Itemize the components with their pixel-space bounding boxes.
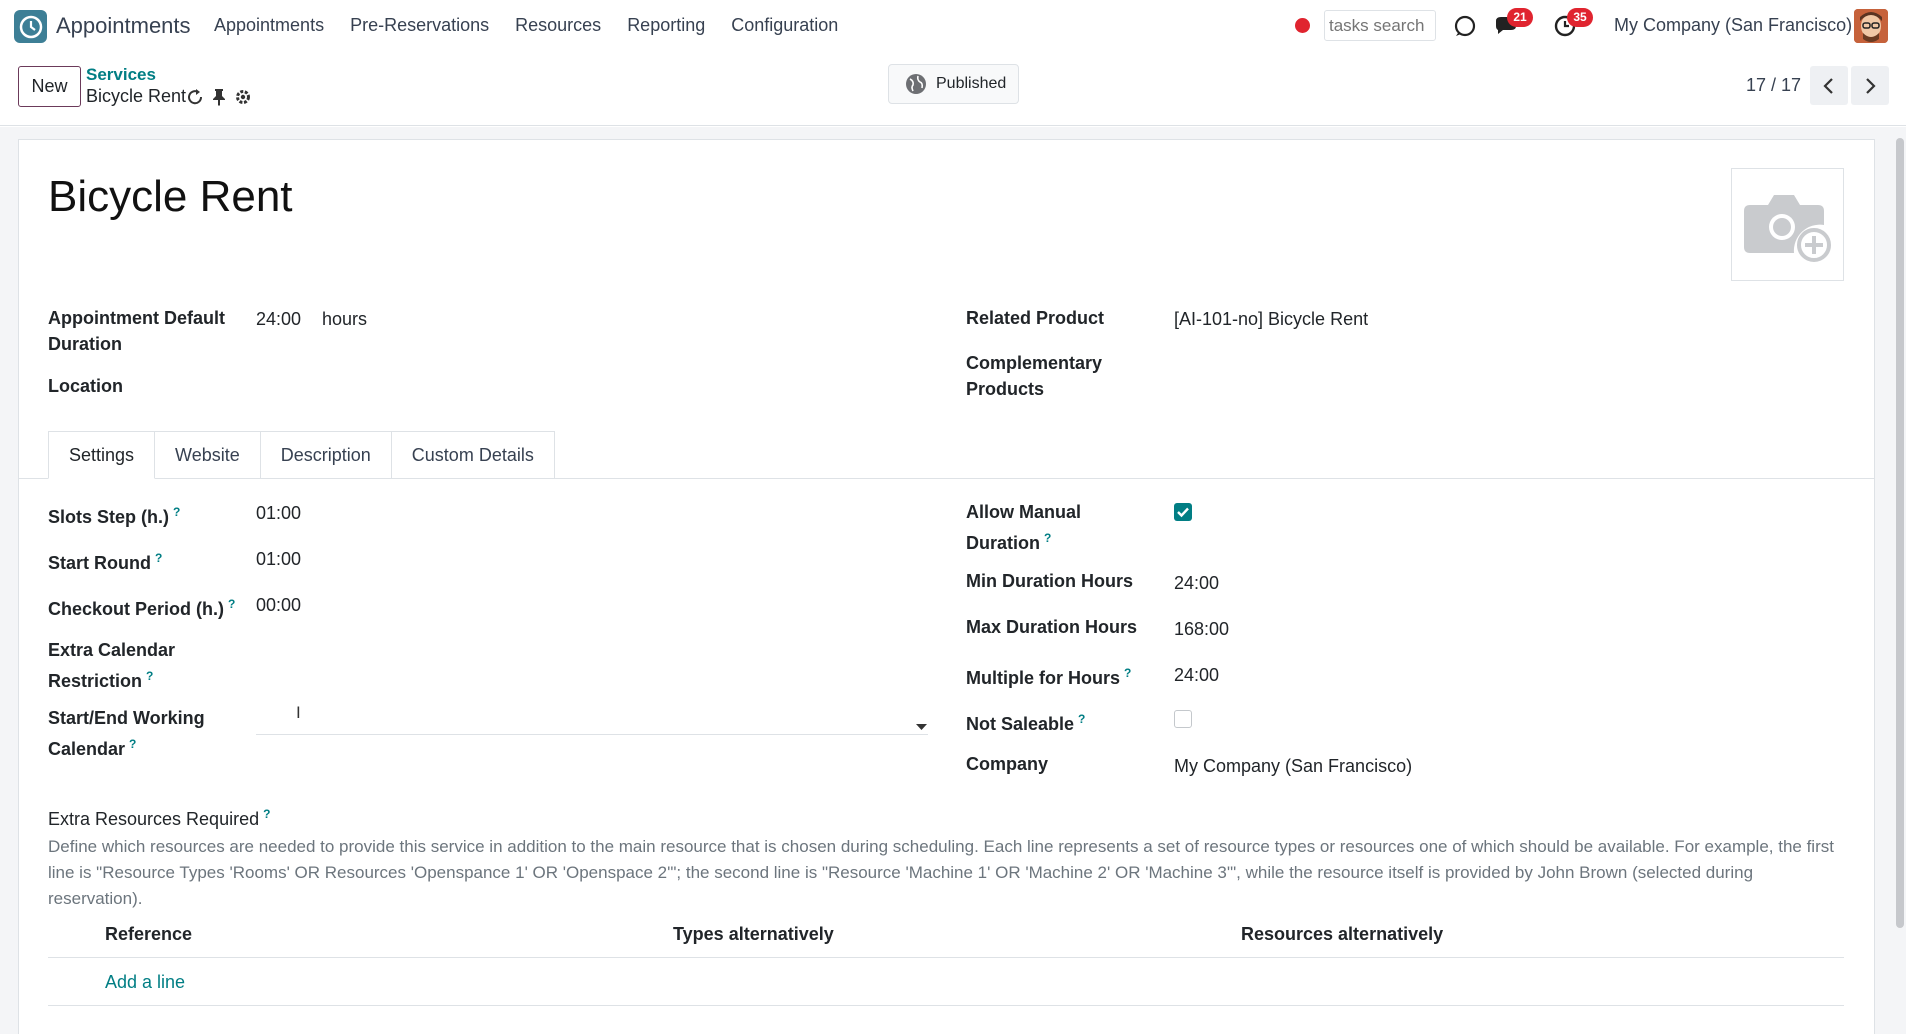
min-duration-value[interactable]: 24:00 <box>1174 570 1219 596</box>
extra-calendar-restriction-label: Extra Calendar Restriction? <box>48 640 176 691</box>
max-duration-value[interactable]: 168:00 <box>1174 616 1229 642</box>
vertical-scrollbar[interactable] <box>1896 138 1904 928</box>
checkout-period-label: Checkout Period (h.)? <box>48 597 236 619</box>
start-round-label: Start Round? <box>48 551 163 573</box>
help-tooltip-icon[interactable]: ? <box>263 807 270 821</box>
multiple-hours-label: Multiple for Hours? <box>966 666 1132 688</box>
location-label: Location <box>48 376 123 396</box>
slots-step-value[interactable]: 01:00 <box>256 500 301 526</box>
checkout-period-value[interactable]: 00:00 <box>256 592 301 618</box>
complementary-products-field[interactable] <box>1174 350 1846 376</box>
menu-resources[interactable]: Resources <box>515 15 601 36</box>
related-product-value[interactable]: [AI-101-no] Bicycle Rent <box>1174 306 1368 332</box>
min-duration-label: Min Duration Hours <box>966 571 1133 591</box>
pager-previous-button[interactable] <box>1810 66 1848 105</box>
tab-settings[interactable]: Settings <box>48 431 156 479</box>
recording-indicator-icon[interactable] <box>1295 18 1310 33</box>
app-name[interactable]: Appointments <box>56 13 191 39</box>
user-avatar[interactable] <box>1854 9 1888 43</box>
not-saleable-checkbox[interactable] <box>1174 710 1192 728</box>
slots-step-label: Slots Step (h.)? <box>48 505 181 527</box>
complementary-products-label: Complementary Products <box>966 353 1103 399</box>
help-tooltip-icon[interactable]: ? <box>129 737 136 751</box>
top-navbar: Appointments Appointments Pre-Reservatio… <box>0 0 1906 52</box>
pager-next-button[interactable] <box>1851 66 1889 105</box>
allow-manual-duration-checkbox[interactable] <box>1174 503 1192 521</box>
appointments-app-icon[interactable] <box>14 10 47 43</box>
tab-description[interactable]: Description <box>260 431 392 479</box>
caret-down-icon[interactable] <box>916 718 927 736</box>
start-round-value[interactable]: 01:00 <box>256 546 301 572</box>
company-switcher[interactable]: My Company (San Francisco) <box>1614 15 1852 36</box>
working-calendar-underline <box>256 734 928 735</box>
tab-website[interactable]: Website <box>155 431 261 479</box>
table-header-divider <box>48 957 1844 958</box>
menu-reporting[interactable]: Reporting <box>627 15 705 36</box>
chevron-left-icon <box>1823 77 1833 94</box>
help-tooltip-icon[interactable]: ? <box>155 551 162 565</box>
record-title[interactable]: Bicycle Rent <box>48 172 293 222</box>
checkmark-icon <box>1177 507 1189 518</box>
duration-unit: hours <box>322 309 368 329</box>
allow-manual-duration-label: Allow Manual Duration? <box>966 502 1082 553</box>
voip-phone-icon[interactable] <box>1452 13 1478 39</box>
help-tooltip-icon[interactable]: ? <box>1078 712 1085 726</box>
activities-count-badge: 35 <box>1567 8 1593 27</box>
menu-pre-reservations[interactable]: Pre-Reservations <box>350 15 489 36</box>
pager-value[interactable]: 17 / 17 <box>1746 75 1801 96</box>
help-tooltip-icon[interactable]: ? <box>146 669 153 683</box>
column-types-alternatively[interactable]: Types alternatively <box>673 924 834 945</box>
new-button[interactable]: New <box>18 66 81 107</box>
notebook-tabs: Settings Website Description Custom Deta… <box>48 431 555 479</box>
extra-calendar-restriction-field[interactable] <box>256 650 928 676</box>
text-cursor-icon: I <box>296 703 301 722</box>
published-toggle-button[interactable]: Published <box>888 64 1019 104</box>
tab-custom-details[interactable]: Custom Details <box>391 431 555 479</box>
extra-resources-title: Extra Resources Required? <box>48 807 271 829</box>
published-label: Published <box>936 75 1007 92</box>
duration-value[interactable]: 24:00 <box>256 306 301 332</box>
messages-count-badge: 21 <box>1507 8 1533 27</box>
help-tooltip-icon[interactable]: ? <box>228 597 235 611</box>
breadcrumb-current: Bicycle Rent <box>86 86 187 106</box>
extra-resources-description: Define which resources are needed to pro… <box>48 837 1834 908</box>
sync-icon[interactable] <box>186 88 204 111</box>
multiple-hours-value[interactable]: 24:00 <box>1174 662 1219 688</box>
column-resources-alternatively[interactable]: Resources alternatively <box>1241 924 1443 945</box>
add-line-link[interactable]: Add a line <box>105 972 185 993</box>
breadcrumb-services[interactable]: Services <box>86 65 156 85</box>
menu-appointments[interactable]: Appointments <box>214 15 324 36</box>
related-product-label: Related Product <box>966 308 1105 328</box>
main-menu: Appointments Pre-Reservations Resources … <box>214 15 864 36</box>
camera-add-icon <box>1743 194 1831 262</box>
tasks-search-input[interactable] <box>1324 10 1436 41</box>
working-calendar-label: Start/End Working Calendar? <box>48 708 205 759</box>
working-calendar-select[interactable] <box>256 706 928 732</box>
max-duration-label: Max Duration Hours <box>966 617 1138 637</box>
chevron-right-icon <box>1866 77 1876 94</box>
breadcrumb-actions <box>186 88 252 111</box>
help-tooltip-icon[interactable]: ? <box>173 505 180 519</box>
help-tooltip-icon[interactable]: ? <box>1124 666 1131 680</box>
company-value[interactable]: My Company (San Francisco) <box>1174 753 1412 779</box>
column-reference[interactable]: Reference <box>105 924 192 945</box>
gear-icon[interactable] <box>234 88 252 111</box>
pin-icon[interactable] <box>212 88 226 111</box>
table-footer-divider <box>48 1005 1844 1006</box>
control-panel: New Services Bicycle Rent Published 17 /… <box>0 52 1906 126</box>
company-label: Company <box>966 754 1049 774</box>
menu-configuration[interactable]: Configuration <box>731 15 838 36</box>
location-field[interactable] <box>256 373 928 399</box>
globe-icon <box>906 74 926 94</box>
help-tooltip-icon[interactable]: ? <box>1044 531 1051 545</box>
image-upload[interactable] <box>1731 168 1844 281</box>
duration-label: Appointment Default Duration <box>48 308 225 354</box>
not-saleable-label: Not Saleable? <box>966 712 1086 734</box>
